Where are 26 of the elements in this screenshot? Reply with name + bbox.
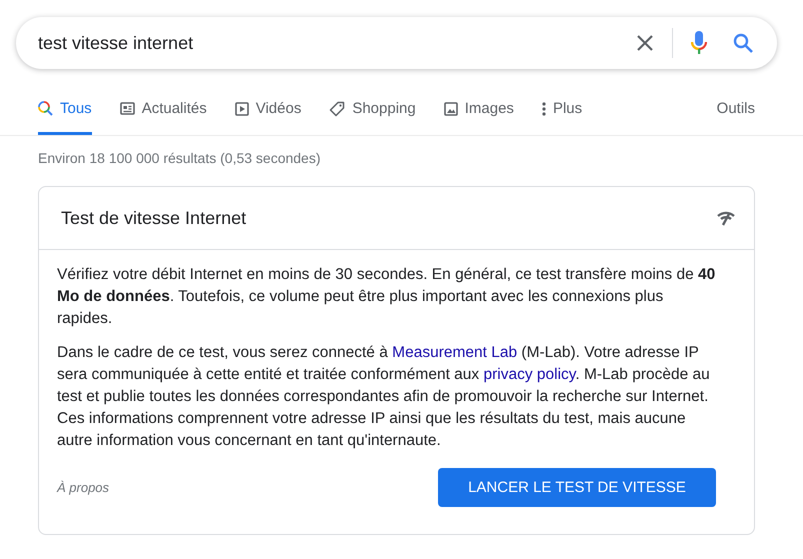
tab[interactable]: Images [444,91,514,135]
link[interactable]: privacy policy [483,366,576,383]
microphone-icon[interactable] [691,31,707,55]
tab[interactable]: Actualités [120,91,207,135]
image-icon [444,102,458,116]
result-stats: Environ 18 100 000 résultats (0,53 secondes) [38,150,322,166]
tag-icon [329,100,346,116]
close-icon[interactable] [636,34,654,52]
tab[interactable]: Tous [38,91,92,135]
tools-tab[interactable]: Outils [716,91,755,135]
tab[interactable]: Plus [542,91,582,135]
start-test-button[interactable]: LANCER LE TEST DE VITESSE [438,468,716,507]
card-title: Test de vitesse Internet [61,208,246,228]
more-icon [542,102,546,116]
newspaper-icon [120,102,135,115]
about-link[interactable]: À propos [57,480,110,495]
wifi-icon [716,210,736,226]
tab[interactable]: Shopping [329,91,416,135]
play-icon [234,102,249,116]
tab[interactable]: Vidéos [234,91,302,135]
search-field[interactable]: test vitesse internet [16,17,777,69]
search-icon[interactable] [733,33,753,53]
search-icon [38,101,53,116]
paragraph: Dans le cadre de ce test, vous serez connecté à Measurement Lab (M-Lab). Votre adresse IP sera communiquée à cette entité et traitée conformément aux privacy policy. M-Lab procède au test et publie toutes les données correspondantes afin de promouvoir la recherche sur Internet. Ces informations comprennent votre adresse IP ainsi que les résultats du test, mais aucune autre information vous concernant en tant qu'internaute. [57,343,711,451]
link[interactable]: Measurement Lab [392,344,518,361]
paragraph: Vérifiez votre débit Internet en moins de 30 secondes. En général, ce test transfère moins de 40 Mo de données. Toutefois, ce volume peut être plus important avec les connexions plus rapides. [57,265,716,329]
